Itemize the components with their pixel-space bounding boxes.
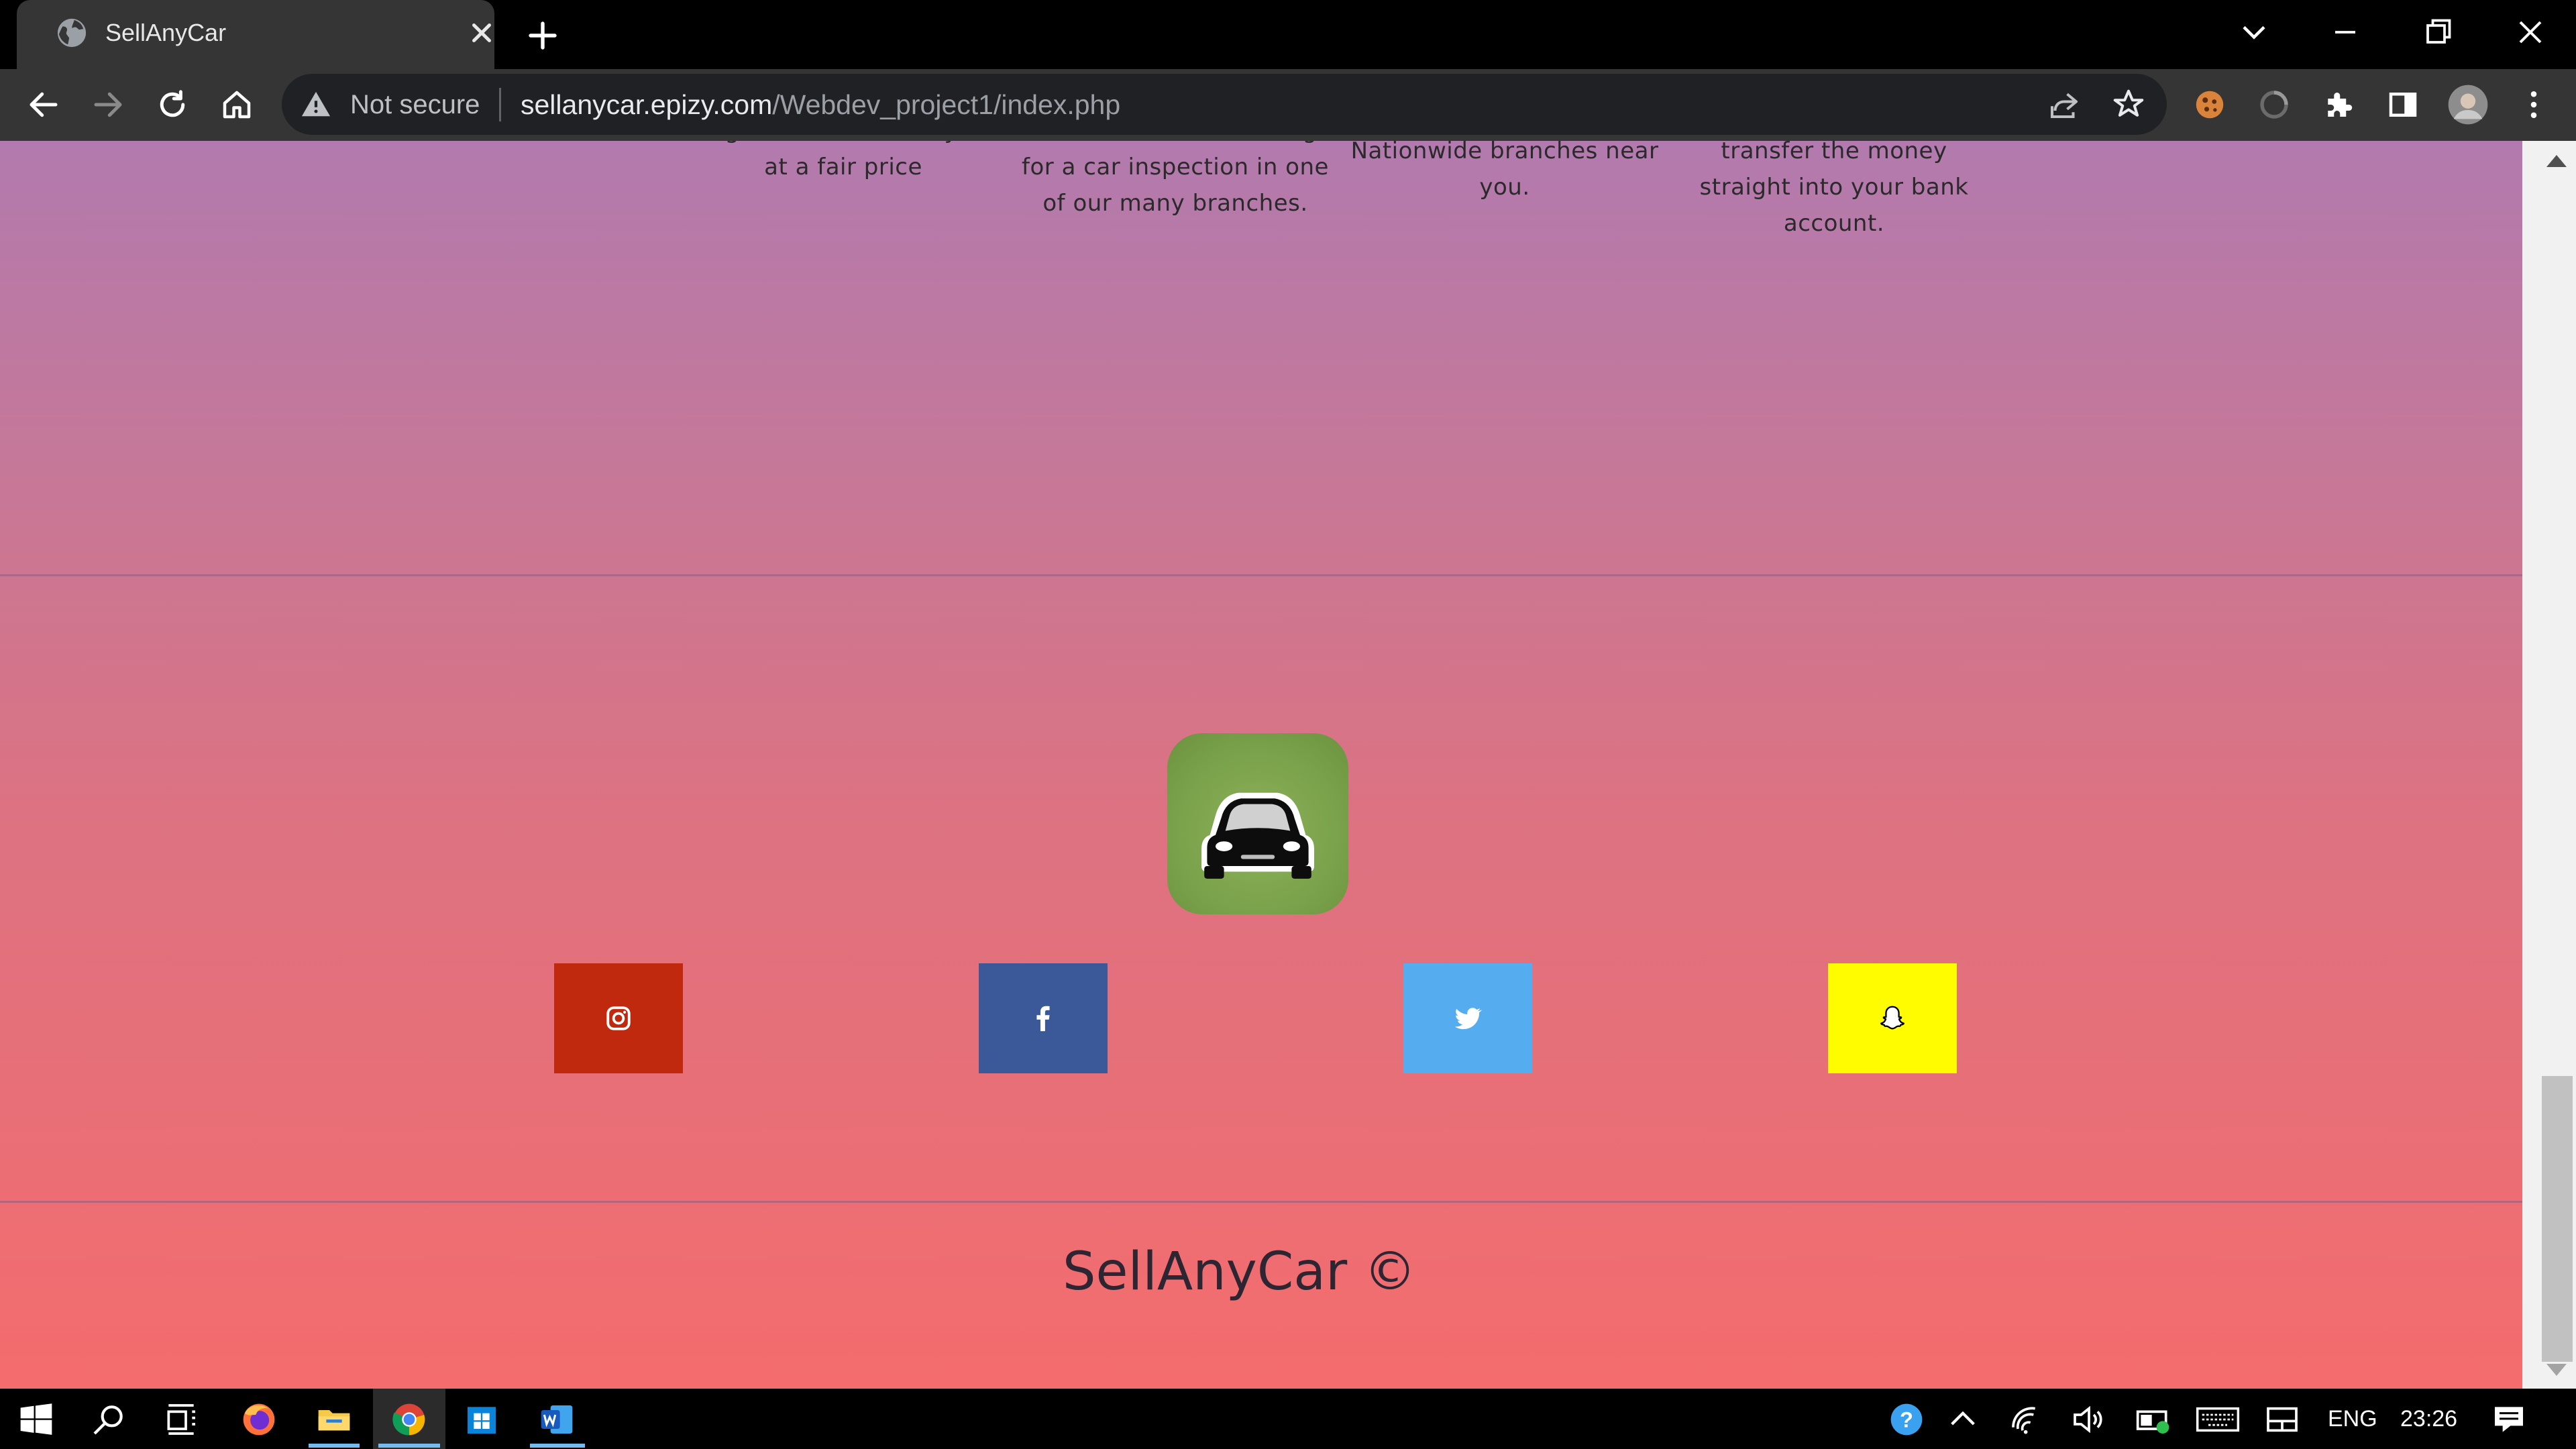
minimize-icon[interactable] xyxy=(2325,12,2365,52)
notifications-icon[interactable] xyxy=(2490,1401,2528,1438)
facebook-icon xyxy=(1036,1006,1050,1032)
instagram-icon xyxy=(606,1006,631,1030)
instagram-button[interactable] xyxy=(554,963,683,1073)
task-view-icon[interactable] xyxy=(162,1401,200,1438)
sync-extension-icon[interactable] xyxy=(2256,87,2292,123)
twitter-button[interactable] xyxy=(1403,963,1532,1073)
extensions-puzzle-icon[interactable] xyxy=(2320,87,2357,123)
facebook-button[interactable] xyxy=(979,963,1108,1073)
step-text-3: Nationwide branches near you. xyxy=(1350,141,1659,201)
firefox-icon[interactable] xyxy=(240,1401,278,1438)
chrome-active-indicator xyxy=(378,1444,440,1448)
menu-kebab-icon[interactable] xyxy=(2516,87,2552,123)
page-viewport: we get the best for any car at a fair pr… xyxy=(0,141,2522,1389)
footer-divider xyxy=(0,1201,2522,1203)
bookmark-star-icon[interactable] xyxy=(2110,87,2147,123)
windows-start-icon[interactable] xyxy=(17,1401,55,1438)
step-text-4: transfer the money straight into your ba… xyxy=(1699,141,1969,237)
home-icon[interactable] xyxy=(219,87,255,123)
chrome-icon[interactable] xyxy=(390,1401,428,1438)
file-explorer-active-indicator xyxy=(309,1444,360,1448)
close-window-icon[interactable] xyxy=(2510,12,2551,52)
word-icon[interactable] xyxy=(538,1401,576,1438)
tab-search-icon[interactable] xyxy=(2234,12,2274,52)
language-indicator[interactable]: ENG xyxy=(2328,1403,2377,1435)
search-icon[interactable] xyxy=(90,1401,127,1438)
file-explorer-icon[interactable] xyxy=(315,1401,353,1438)
site-logo xyxy=(1167,733,1348,914)
security-label[interactable]: Not secure xyxy=(350,86,480,123)
tab-close-icon[interactable] xyxy=(466,17,497,48)
profile-avatar-icon[interactable] xyxy=(2447,83,2489,126)
microsoft-store-icon[interactable] xyxy=(463,1401,500,1438)
globe-icon xyxy=(57,18,87,48)
tablet-mode-icon[interactable] xyxy=(2263,1401,2301,1438)
reload-icon[interactable] xyxy=(154,87,191,123)
step-text-2: Schedule a free booking for a car inspec… xyxy=(1022,141,1329,217)
footer-copyright: SellAnyCar © xyxy=(1063,1242,1416,1302)
show-hidden-icons-icon[interactable] xyxy=(1944,1401,1982,1438)
step-text-1: we get the best for any car at a fair pr… xyxy=(684,141,1002,180)
browser-tab[interactable]: SellAnyCar xyxy=(17,0,494,69)
cookie-extension-icon[interactable] xyxy=(2192,87,2228,123)
volume-icon[interactable] xyxy=(2070,1401,2108,1438)
back-icon[interactable] xyxy=(25,87,62,123)
side-panel-icon[interactable] xyxy=(2385,87,2421,123)
wifi-icon[interactable] xyxy=(2008,1401,2046,1438)
word-active-indicator xyxy=(530,1444,585,1448)
url-path: /Webdev_project1/index.php xyxy=(772,89,1121,120)
forward-icon[interactable] xyxy=(90,87,126,123)
new-tab-icon[interactable] xyxy=(525,17,561,54)
section-divider xyxy=(0,574,2522,576)
scrollbar-thumb[interactable] xyxy=(2542,1076,2573,1362)
clock[interactable]: 23:26 xyxy=(2400,1403,2457,1435)
help-icon[interactable]: ? xyxy=(1888,1401,1925,1438)
warning-icon[interactable] xyxy=(301,89,331,120)
scroll-up-arrow-icon[interactable] xyxy=(2546,154,2567,168)
touch-keyboard-icon[interactable] xyxy=(2194,1401,2242,1438)
omnibox-divider xyxy=(499,88,501,121)
svg-text:?: ? xyxy=(1900,1407,1913,1432)
snapchat-button[interactable] xyxy=(1828,963,1957,1073)
twitter-icon xyxy=(1454,1008,1483,1030)
url-text[interactable]: sellanycar.epizy.com/Webdev_project1/ind… xyxy=(521,86,1120,123)
snapchat-icon xyxy=(1880,1006,1905,1030)
battery-icon[interactable] xyxy=(2135,1401,2172,1438)
tab-title: SellAnyCar xyxy=(105,19,227,46)
scroll-down-arrow-icon[interactable] xyxy=(2546,1363,2567,1377)
restore-icon[interactable] xyxy=(2418,12,2458,52)
url-host: sellanycar.epizy.com xyxy=(521,89,773,120)
car-icon xyxy=(1201,792,1314,879)
share-icon[interactable] xyxy=(2046,87,2082,123)
